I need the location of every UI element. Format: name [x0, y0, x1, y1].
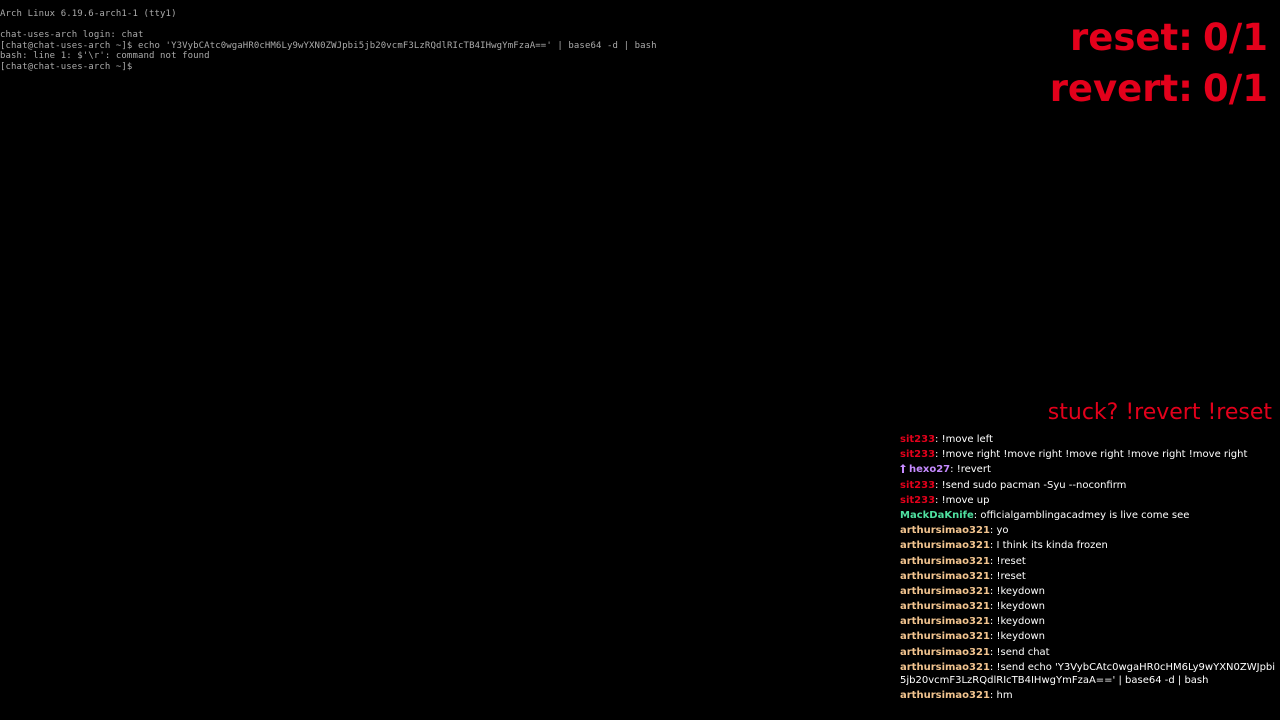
chat-username: arthursimao321	[900, 631, 990, 643]
chat-username: arthursimao321	[900, 601, 990, 613]
chat-username: arthursimao321	[900, 661, 990, 673]
chat-text: !move right !move right !move right !mov…	[941, 449, 1248, 461]
chat-text: !keydown	[996, 616, 1045, 628]
chat-message: hexo27: !revert	[900, 463, 1280, 476]
reset-counter-value: 0/1	[1202, 16, 1268, 59]
tty-line: Arch Linux 6.19.6-arch1-1 (tty1)	[0, 9, 177, 19]
chat-username: arthursimao321	[900, 616, 990, 628]
revert-counter-label: revert:	[1049, 67, 1193, 110]
chat-text: !move left	[941, 434, 993, 445]
user-badge-icon	[900, 464, 906, 474]
chat-username: arthursimao321	[900, 525, 990, 537]
revert-vote-counter: revert: 0/1	[1050, 70, 1268, 107]
chat-username: arthursimao321	[900, 585, 990, 597]
chat-message: arthursimao321: !send chat	[900, 646, 1050, 658]
chat-text: hm	[996, 690, 1013, 701]
chat-message: arthursimao321: hm	[900, 690, 1013, 701]
chat-message: arthursimao321: !reset	[900, 570, 1026, 582]
tty-line: bash: line 1: $'\r': command not found	[0, 51, 210, 62]
tty-console[interactable]: Arch Linux 6.19.6-arch1-1 (tty1) chat-use…	[0, 9, 657, 73]
chat-text: yo	[996, 525, 1009, 537]
chat-text: !revert	[956, 464, 991, 476]
chat-overlay: sit233: !move left sit233: !move right !m…	[900, 433, 1280, 704]
chat-text: !keydown	[996, 601, 1045, 613]
chat-message: arthursimao321: !send echo 'Y3VybCAtc0wg…	[900, 661, 1276, 686]
tty-line: chat-uses-arch login: chat	[0, 30, 144, 41]
chat-text: !keydown	[996, 631, 1045, 643]
chat-text: I think its kinda frozen	[996, 540, 1108, 552]
chat-username: arthursimao321	[900, 570, 990, 582]
chat-text: !send sudo pacman -Syu --noconfirm	[941, 479, 1127, 491]
chat-username: sit233	[900, 449, 936, 461]
stuck-hint: stuck? !revert !reset	[1047, 400, 1272, 425]
tty-line: [chat@chat-uses-arch ~]$	[0, 61, 138, 72]
chat-username: sit233	[900, 479, 936, 491]
chat-message: arthursimao321: yo	[900, 525, 1009, 537]
chat-message: sit233: !move up	[900, 494, 990, 506]
tty-line: [chat@chat-uses-arch ~]$ echo 'Y3VybCAtc…	[0, 40, 657, 51]
chat-text: officialgamblingacadmey is live come see	[980, 509, 1190, 521]
chat-username: arthursimao321	[900, 555, 990, 567]
chat-text: !keydown	[996, 585, 1045, 597]
chat-message: arthursimao321: !keydown	[900, 601, 1045, 613]
chat-message: arthursimao321: !keydown	[900, 616, 1045, 628]
chat-message: sit233: !move left	[900, 434, 993, 445]
chat-text: !reset	[996, 570, 1026, 582]
revert-counter-value: 0/1	[1202, 67, 1268, 110]
chat-username: sit233	[900, 494, 936, 506]
chat-message: sit233: !send sudo pacman -Syu --noconfi…	[900, 479, 1127, 491]
chat-message: arthursimao321: !keydown	[900, 585, 1045, 597]
chat-username: arthursimao321	[900, 690, 990, 701]
chat-text: !send chat	[996, 646, 1050, 658]
chat-message: sit233: !move right !move right !move ri…	[900, 449, 1248, 461]
chat-username: arthursimao321	[900, 540, 990, 552]
reset-counter-label: reset:	[1070, 16, 1193, 59]
chat-text: !move up	[941, 494, 990, 506]
chat-message: arthursimao321: !reset	[900, 555, 1026, 567]
chat-username: arthursimao321	[900, 646, 990, 658]
chat-message: arthursimao321: !keydown	[900, 631, 1045, 643]
chat-username: MackDaKnife	[900, 509, 974, 521]
reset-vote-counter: reset: 0/1	[1070, 19, 1268, 56]
chat-username: sit233	[900, 434, 936, 445]
chat-text: !reset	[996, 555, 1026, 567]
chat-message: arthursimao321: I think its kinda frozen	[900, 540, 1108, 552]
chat-message: MackDaKnife: officialgamblingacadmey is …	[900, 509, 1190, 521]
chat-username: hexo27	[909, 464, 951, 476]
tty-line	[0, 20, 657, 31]
